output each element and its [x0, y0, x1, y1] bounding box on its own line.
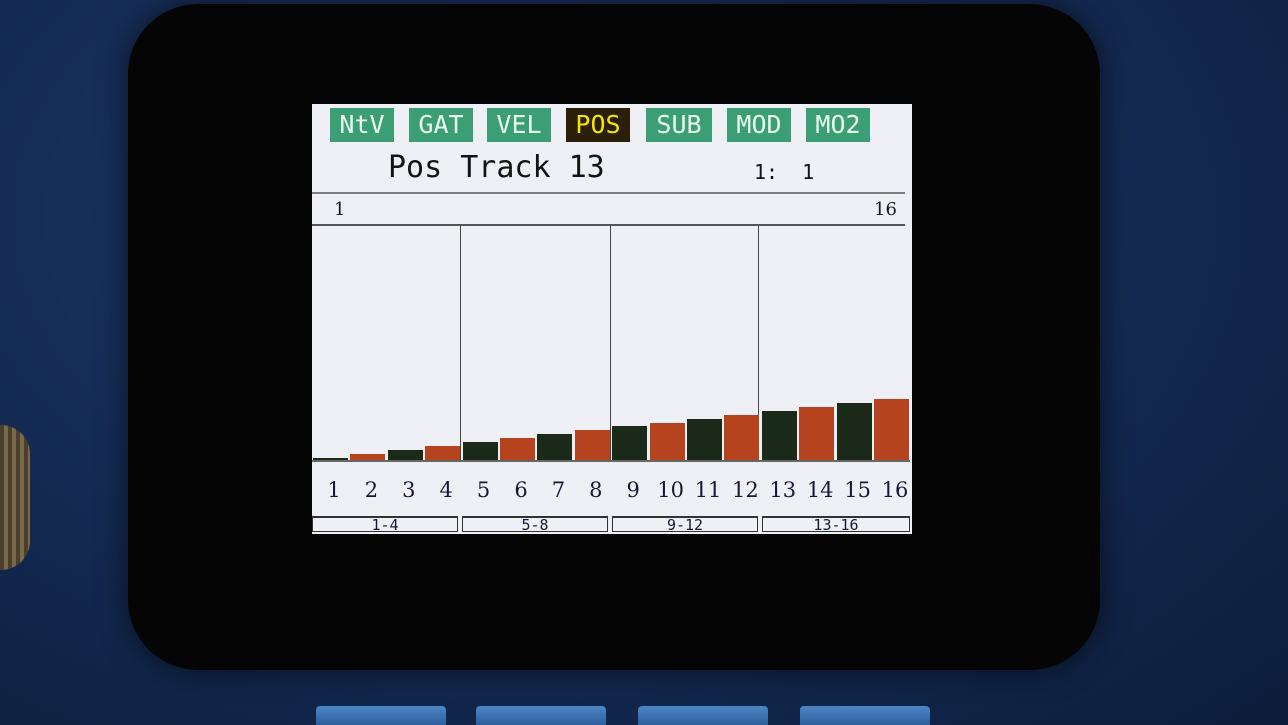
range-end-label: 16	[874, 199, 897, 220]
range-start-label: 1	[334, 199, 346, 220]
group-9-12[interactable]: 9-12	[612, 516, 758, 533]
step-bar-9	[612, 426, 648, 460]
tab-mo2[interactable]: MO2	[806, 108, 870, 142]
step-number-6: 6	[514, 478, 528, 502]
step-number-9: 9	[626, 478, 640, 502]
group-divider	[460, 226, 461, 460]
step-value-graph[interactable]	[312, 226, 910, 460]
step-bar-14	[799, 407, 835, 460]
step-bar-16	[874, 399, 909, 460]
step-number-7: 7	[551, 478, 566, 502]
step-number-2: 2	[364, 478, 379, 502]
tab-sub[interactable]: SUB	[646, 108, 712, 142]
step-groups: 1-4 5-8 9-12 13-16	[312, 516, 912, 534]
step-bar-8	[574, 430, 610, 460]
tab-mod[interactable]: MOD	[727, 108, 791, 142]
step-number-12: 12	[732, 478, 759, 502]
graph-baseline	[312, 460, 910, 462]
step-number-row: 1 2 3 4 5 6 7 8 9 10 11 12 13 14 15 16	[312, 478, 912, 510]
group-5-8[interactable]: 5-8	[462, 516, 608, 533]
page-title: Pos Track 13	[388, 150, 605, 185]
step-bar-6	[500, 438, 535, 460]
hardware-button-1[interactable]	[316, 706, 446, 725]
step-number-4: 4	[439, 478, 453, 502]
step-bar-4	[425, 446, 461, 460]
tab-pos[interactable]: POS	[566, 108, 630, 142]
step-range-row: 1 16	[312, 194, 905, 226]
tab-vel[interactable]: VEL	[487, 108, 551, 142]
device-bezel: NtV GAT VEL POS SUB MOD MO2 Pos Track 13…	[128, 4, 1100, 670]
step-number-5: 5	[476, 478, 491, 502]
tab-gat[interactable]: GAT	[409, 108, 473, 142]
position-readout: 1: 1	[754, 160, 815, 184]
step-bar-12	[724, 415, 760, 460]
step-number-8: 8	[589, 478, 603, 502]
step-number-10: 10	[657, 478, 684, 502]
step-number-11: 11	[694, 478, 722, 502]
step-number-14: 14	[806, 478, 834, 502]
step-bar-10	[649, 423, 685, 460]
group-divider	[610, 226, 611, 460]
step-bar-11	[687, 419, 722, 460]
track-header: Pos Track 13 1: 1	[312, 142, 905, 194]
step-number-16: 16	[881, 478, 909, 502]
step-bar-5	[462, 442, 498, 460]
lcd-screen: NtV GAT VEL POS SUB MOD MO2 Pos Track 13…	[312, 104, 912, 534]
step-bar-7	[537, 434, 573, 460]
step-number-13: 13	[769, 478, 797, 502]
step-bar-13	[761, 411, 797, 460]
step-bar-15	[836, 403, 872, 460]
hardware-buttons	[316, 706, 936, 725]
group-1-4[interactable]: 1-4	[312, 516, 458, 533]
step-number-3: 3	[402, 478, 416, 502]
hardware-button-2[interactable]	[476, 706, 606, 725]
hardware-button-4[interactable]	[800, 706, 930, 725]
rotary-encoder-knob[interactable]	[0, 425, 30, 570]
step-number-15: 15	[844, 478, 871, 502]
step-number-1: 1	[327, 478, 341, 502]
tab-ntv[interactable]: NtV	[330, 108, 394, 142]
step-bar-3	[387, 450, 423, 460]
hardware-button-3[interactable]	[638, 706, 768, 725]
group-13-16[interactable]: 13-16	[762, 516, 910, 533]
